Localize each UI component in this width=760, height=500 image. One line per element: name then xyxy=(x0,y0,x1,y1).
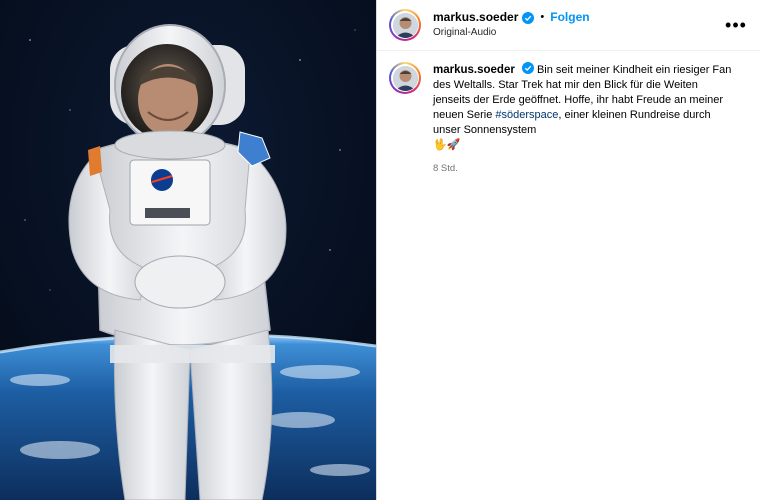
verified-badge-icon xyxy=(522,11,535,24)
avatar-frame xyxy=(391,11,419,39)
post-header: markus.soeder • Folgen Original-Audio ••… xyxy=(377,0,760,51)
instagram-post: markus.soeder • Folgen Original-Audio ••… xyxy=(0,0,760,500)
caption-text: markus.soeder Bin seit meiner Kindheit e… xyxy=(433,62,733,153)
post-image[interactable] xyxy=(0,0,376,500)
caption-username-link[interactable]: markus.soeder xyxy=(433,64,515,76)
caption-emojis: 🖖🚀 xyxy=(433,139,461,151)
header-row: markus.soeder • Folgen xyxy=(433,10,724,25)
caption-avatar-ring[interactable] xyxy=(389,62,421,94)
avatar-frame xyxy=(391,64,419,92)
profile-avatar-ring[interactable] xyxy=(389,9,421,41)
separator-dot: • xyxy=(540,10,545,23)
follow-button[interactable]: Folgen xyxy=(550,10,589,25)
avatar xyxy=(392,12,418,38)
post-timestamp[interactable]: 8 Std. xyxy=(433,161,733,176)
caption-body: markus.soeder Bin seit meiner Kindheit e… xyxy=(433,62,733,176)
more-options-icon[interactable]: ••• xyxy=(724,13,748,37)
post-sidebar: markus.soeder • Folgen Original-Audio ••… xyxy=(376,0,760,500)
astronaut-photo xyxy=(0,0,376,500)
hashtag-link[interactable]: #söderspace xyxy=(495,109,558,121)
header-text: markus.soeder • Folgen Original-Audio xyxy=(433,10,724,40)
audio-link[interactable]: Original-Audio xyxy=(433,27,724,40)
avatar xyxy=(392,65,418,91)
avatar-image xyxy=(392,65,418,91)
caption-comment: markus.soeder Bin seit meiner Kindheit e… xyxy=(377,51,760,176)
verified-badge-icon xyxy=(521,62,534,74)
username-link[interactable]: markus.soeder xyxy=(433,10,518,25)
avatar-image xyxy=(392,12,418,38)
